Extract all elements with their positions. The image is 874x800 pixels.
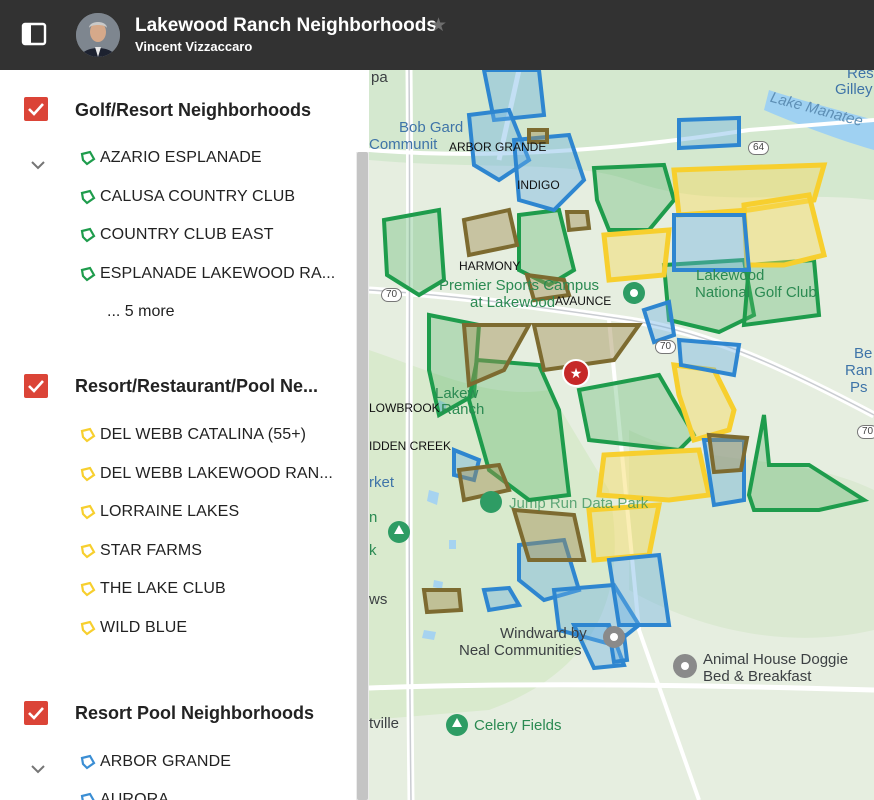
layer-checkbox-golf-resort[interactable]	[24, 97, 48, 121]
map-label-ws: ws	[369, 591, 388, 608]
layer-title-golf-resort[interactable]: Golf/Resort Neighborhoods	[75, 100, 311, 121]
polygon-icon	[80, 189, 96, 205]
map-label-ranch: Ranch	[441, 401, 485, 418]
map-label-tville: tville	[369, 715, 400, 732]
map-label-jump-run: Jump Run Data Park	[509, 495, 649, 512]
map-label-bob-gard: Bob Gard	[399, 119, 464, 136]
polygon-icon	[80, 620, 96, 636]
polygon-icon	[80, 227, 96, 243]
item-label: THE LAKE CLUB	[100, 580, 226, 597]
map-title: Lakewood Ranch Neighborhoods	[135, 15, 437, 36]
item-label: ARBOR GRANDE	[100, 753, 231, 770]
layer-checkbox-resort-pool[interactable]	[24, 701, 48, 725]
road-shield-70: 70	[857, 425, 874, 439]
road-shield-70: 70	[655, 340, 677, 354]
list-item[interactable]: AZARIO ESPLANADE	[80, 147, 262, 169]
road-shield-70: 70	[381, 288, 403, 302]
more-items-link[interactable]: ... 5 more	[107, 303, 175, 321]
layer-checkbox-resort-restaurant-pool[interactable]	[24, 374, 48, 398]
map-label-celery-fields: Celery Fields	[474, 717, 562, 734]
map-label-res: Res	[847, 70, 874, 82]
list-item[interactable]: DEL WEBB CATALINA (55+)	[80, 424, 306, 446]
polygon-icon	[80, 754, 96, 770]
layer-title-resort-pool[interactable]: Resort Pool Neighborhoods	[75, 703, 314, 724]
map-label-windward-2: Neal Communities	[459, 642, 582, 659]
item-label: STAR FARMS	[100, 542, 203, 559]
map-label-ps: Ps	[850, 379, 868, 396]
item-label: ESPLANADE LAKEWOOD RA...	[100, 265, 336, 282]
map-label-at-lakewood: at Lakewood	[470, 294, 556, 311]
panel-toggle-icon[interactable]	[20, 21, 48, 47]
map-label-k: k	[369, 542, 377, 559]
svg-text:★: ★	[570, 366, 583, 382]
map-label-be: Be	[854, 345, 873, 362]
polygon-icon	[80, 504, 96, 520]
item-label: AZARIO ESPLANADE	[100, 149, 262, 166]
map-label-ran: Ran	[845, 362, 873, 379]
map-label-animal-house-2: Bed & Breakfast	[703, 668, 812, 685]
map-label-lakewood-national-2: National Golf Club	[695, 284, 817, 301]
item-label: COUNTRY CLUB EAST	[100, 226, 274, 243]
map-label-pa: pa	[371, 70, 388, 86]
map-label-rket: rket	[369, 474, 395, 491]
author-avatar	[76, 13, 120, 57]
list-item[interactable]: LORRAINE LAKES	[80, 501, 239, 523]
item-label: AURORA	[100, 791, 170, 800]
map-label-lakewood-national-1: Lakewood	[696, 267, 765, 284]
map-label-communit: Communit	[369, 136, 438, 153]
polygon-icon	[80, 266, 96, 282]
map-label-windward-1: Windward by	[500, 625, 587, 642]
item-label: LORRAINE LAKES	[100, 503, 240, 520]
map-base: ★	[369, 70, 874, 800]
item-label: CALUSA COUNTRY CLUB	[100, 188, 296, 205]
map-header: Lakewood Ranch Neighborhoods ★ Vincent V…	[0, 0, 874, 70]
map-author: Vincent Vizzaccaro	[135, 39, 253, 54]
map-label-arbor-grande: ARBOR GRANDE	[449, 140, 547, 154]
polygon-icon	[80, 792, 95, 800]
polygon-icon	[80, 150, 96, 166]
item-label: DEL WEBB CATALINA (55+)	[100, 426, 307, 443]
list-item[interactable]: AURORA	[80, 789, 169, 800]
road-shield-64: 64	[748, 141, 770, 155]
map-label-harmony: HARMONY	[459, 259, 521, 273]
polygon-icon	[80, 543, 96, 559]
map-label-idden-creek: IDDEN CREEK	[369, 439, 452, 453]
map-label-lakew: Lakew	[435, 385, 479, 402]
list-item[interactable]: ESPLANADE LAKEWOOD RA...	[80, 263, 335, 285]
map-label-premier-sports: Premier Sports Campus	[439, 277, 600, 294]
map-label-avaunce: AVAUNCE	[555, 294, 612, 308]
list-item[interactable]: CALUSA COUNTRY CLUB	[80, 186, 295, 208]
list-item[interactable]: STAR FARMS	[80, 540, 202, 562]
list-item[interactable]: ARBOR GRANDE	[80, 751, 231, 773]
scrollbar-thumb[interactable]	[357, 152, 368, 800]
map-label-n: n	[369, 509, 378, 526]
item-label: DEL WEBB LAKEWOOD RAN...	[100, 465, 333, 482]
star-icon[interactable]: ★	[430, 14, 447, 37]
list-item[interactable]: WILD BLUE	[80, 617, 187, 639]
polygon-icon	[80, 581, 96, 597]
layer-title-resort-restaurant-pool[interactable]: Resort/Restaurant/Pool Ne...	[75, 376, 318, 397]
list-item[interactable]: DEL WEBB LAKEWOOD RAN...	[80, 463, 333, 485]
polygon-icon	[80, 466, 96, 482]
map-label-gilley: Gilley	[835, 81, 873, 98]
map-label-indigo: INDIGO	[517, 178, 560, 192]
map-label-lowbrook: LOWBROOK	[369, 401, 440, 415]
list-item[interactable]: COUNTRY CLUB EAST	[80, 224, 274, 246]
item-label: WILD BLUE	[100, 619, 188, 636]
list-item[interactable]: THE LAKE CLUB	[80, 578, 226, 600]
map-label-animal-house-1: Animal House Doggie	[703, 651, 849, 668]
chevron-down-icon[interactable]	[29, 158, 47, 170]
polygon-icon	[80, 427, 96, 443]
layers-panel: Golf/Resort Neighborhoods AZARIO ESPLANA…	[0, 70, 369, 800]
map-canvas[interactable]: ★ pa Bob Gard Communit ARBOR GRANDE INDI…	[369, 70, 874, 800]
chevron-down-icon[interactable]	[29, 762, 47, 774]
